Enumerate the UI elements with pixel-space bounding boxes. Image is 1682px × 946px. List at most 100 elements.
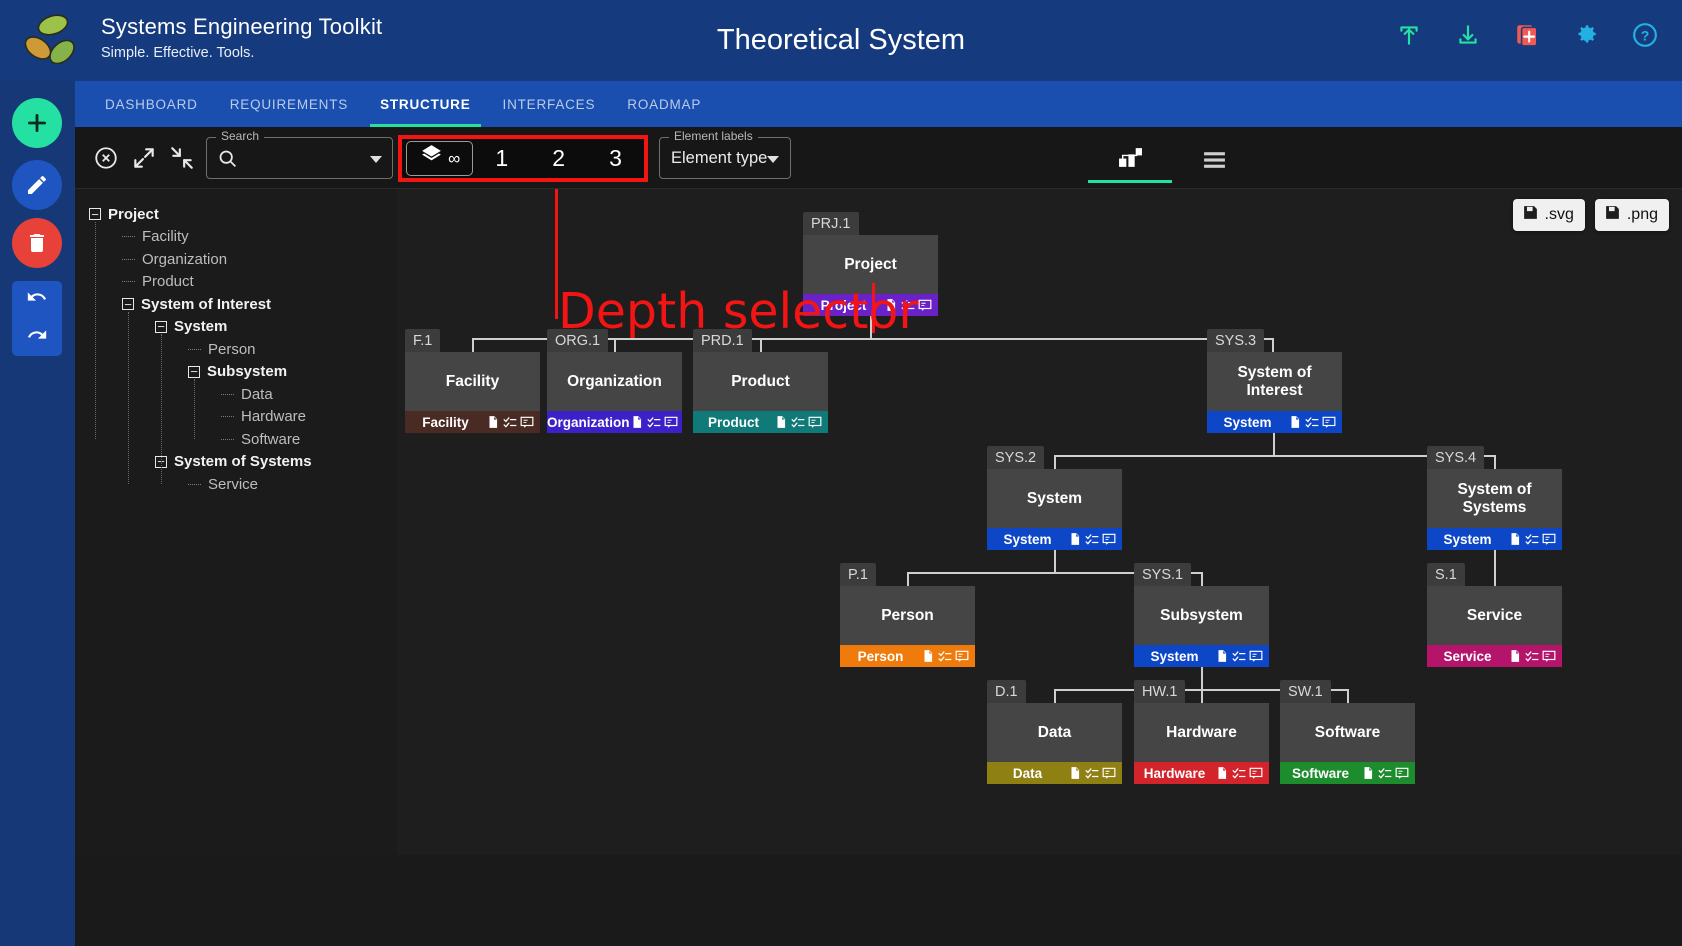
- document-icon[interactable]: [1361, 766, 1375, 780]
- edit-button[interactable]: [12, 160, 62, 210]
- comment-icon[interactable]: [1395, 766, 1409, 780]
- tree-item-system[interactable]: − System: [89, 316, 397, 339]
- comment-icon[interactable]: [1249, 649, 1263, 663]
- comment-icon[interactable]: [1102, 532, 1116, 546]
- comment-icon[interactable]: [1542, 532, 1556, 546]
- comment-icon[interactable]: [520, 415, 534, 429]
- tree-item-system-of-interest[interactable]: − System of Interest: [89, 293, 397, 316]
- new-document-icon[interactable]: [1514, 22, 1540, 48]
- comment-icon[interactable]: [664, 415, 678, 429]
- tree-item-organization[interactable]: Organization: [89, 248, 397, 271]
- expand-all-icon[interactable]: [131, 145, 157, 171]
- tab-structure[interactable]: STRUCTURE: [364, 81, 486, 127]
- tree-toggle-minus-icon[interactable]: −: [188, 365, 200, 378]
- tree-item-data[interactable]: Data: [89, 383, 397, 406]
- comment-icon[interactable]: [1249, 766, 1263, 780]
- comment-icon[interactable]: [1542, 649, 1556, 663]
- diagram-node[interactable]: SYS.4 System of Systems System: [1427, 446, 1562, 550]
- tree-item-project[interactable]: − Project: [89, 203, 397, 226]
- checklist-icon[interactable]: [503, 415, 517, 429]
- comment-icon[interactable]: [918, 298, 932, 312]
- gear-icon[interactable]: [1573, 22, 1599, 48]
- tree-item-software[interactable]: Software: [89, 428, 397, 451]
- chevron-down-icon[interactable]: [767, 156, 779, 163]
- export-svg-button[interactable]: .svg: [1512, 199, 1585, 231]
- node-type-bar: Product: [693, 411, 828, 433]
- tab-requirements[interactable]: REQUIREMENTS: [214, 81, 364, 127]
- tree-toggle-minus-icon[interactable]: −: [155, 320, 167, 333]
- checklist-icon[interactable]: [1232, 766, 1246, 780]
- diagram-node[interactable]: P.1 Person Person: [840, 563, 975, 667]
- document-icon[interactable]: [486, 415, 500, 429]
- diagram-node[interactable]: S.1 Service Service: [1427, 563, 1562, 667]
- download-icon[interactable]: [1455, 22, 1481, 48]
- document-icon[interactable]: [1508, 649, 1522, 663]
- diagram-node[interactable]: SYS.2 System System: [987, 446, 1122, 550]
- document-icon[interactable]: [774, 415, 788, 429]
- diagram-node[interactable]: SYS.3 System of Interest System: [1207, 329, 1342, 433]
- checklist-icon[interactable]: [791, 415, 805, 429]
- help-icon[interactable]: ?: [1632, 22, 1658, 48]
- document-icon[interactable]: [1215, 766, 1229, 780]
- diagram-node[interactable]: HW.1 Hardware Hardware: [1134, 680, 1269, 784]
- list-view-toggle[interactable]: [1172, 135, 1256, 183]
- diagram-node[interactable]: D.1 Data Data: [987, 680, 1122, 784]
- tree-toggle-minus-icon[interactable]: −: [89, 208, 101, 221]
- tree-item-subsystem[interactable]: − Subsystem: [89, 361, 397, 384]
- document-icon[interactable]: [1508, 532, 1522, 546]
- document-icon[interactable]: [1215, 649, 1229, 663]
- structure-tree-panel[interactable]: − Project Facility Organization Product − Syst…: [75, 189, 397, 855]
- tree-item-service[interactable]: Service: [89, 473, 397, 496]
- checklist-icon[interactable]: [647, 415, 661, 429]
- document-icon[interactable]: [1288, 415, 1302, 429]
- chevron-down-icon[interactable]: [370, 156, 382, 163]
- export-png-button[interactable]: .png: [1594, 199, 1669, 231]
- tree-item-product[interactable]: Product: [89, 271, 397, 294]
- node-footer-icons: [1215, 766, 1263, 780]
- tree-item-person[interactable]: Person: [89, 338, 397, 361]
- comment-icon[interactable]: [1102, 766, 1116, 780]
- document-icon[interactable]: [1068, 532, 1082, 546]
- comment-icon[interactable]: [1322, 415, 1336, 429]
- diagram-node[interactable]: PRD.1 Product Product: [693, 329, 828, 433]
- comment-icon[interactable]: [955, 649, 969, 663]
- diagram-node[interactable]: SW.1 Software Software: [1280, 680, 1415, 784]
- redo-icon[interactable]: [26, 324, 48, 351]
- delete-button[interactable]: [12, 218, 62, 268]
- tab-dashboard[interactable]: DASHBOARD: [89, 81, 214, 127]
- element-labels-select[interactable]: Element labels Element type: [659, 129, 791, 179]
- depth-option-all[interactable]: ∞: [406, 141, 474, 176]
- checklist-icon[interactable]: [1525, 649, 1539, 663]
- upload-icon[interactable]: [1396, 22, 1422, 48]
- search-input[interactable]: Search: [206, 129, 393, 179]
- diagram-connector: [1201, 667, 1203, 689]
- document-icon[interactable]: [921, 649, 935, 663]
- tree-toggle-minus-icon[interactable]: −: [122, 298, 134, 311]
- checklist-icon[interactable]: [1232, 649, 1246, 663]
- tab-interfaces[interactable]: INTERFACES: [487, 81, 612, 127]
- checklist-icon[interactable]: [1378, 766, 1392, 780]
- document-icon[interactable]: [1068, 766, 1082, 780]
- clear-circle-icon[interactable]: [93, 145, 119, 171]
- document-icon[interactable]: [630, 415, 644, 429]
- checklist-icon[interactable]: [1525, 532, 1539, 546]
- checklist-icon[interactable]: [938, 649, 952, 663]
- depth-option-3[interactable]: 3: [587, 145, 644, 172]
- undo-icon[interactable]: [26, 286, 48, 313]
- checklist-icon[interactable]: [1085, 532, 1099, 546]
- collapse-all-icon[interactable]: [169, 145, 195, 171]
- tree-item-hardware[interactable]: Hardware: [89, 406, 397, 429]
- tree-item-system-of-systems[interactable]: − System of Systems: [89, 451, 397, 474]
- diagram-node[interactable]: F.1 Facility Facility: [405, 329, 540, 433]
- depth-option-2[interactable]: 2: [530, 145, 587, 172]
- diagram-node[interactable]: SYS.1 Subsystem System: [1134, 563, 1269, 667]
- checklist-icon[interactable]: [1085, 766, 1099, 780]
- tree-item-facility[interactable]: Facility: [89, 226, 397, 249]
- depth-option-1[interactable]: 1: [473, 145, 530, 172]
- add-button[interactable]: [12, 98, 62, 148]
- tab-roadmap[interactable]: ROADMAP: [611, 81, 717, 127]
- comment-icon[interactable]: [808, 415, 822, 429]
- tree-view-toggle[interactable]: [1088, 135, 1172, 183]
- checklist-icon[interactable]: [1305, 415, 1319, 429]
- diagram-node[interactable]: ORG.1 Organization Organization: [547, 329, 682, 433]
